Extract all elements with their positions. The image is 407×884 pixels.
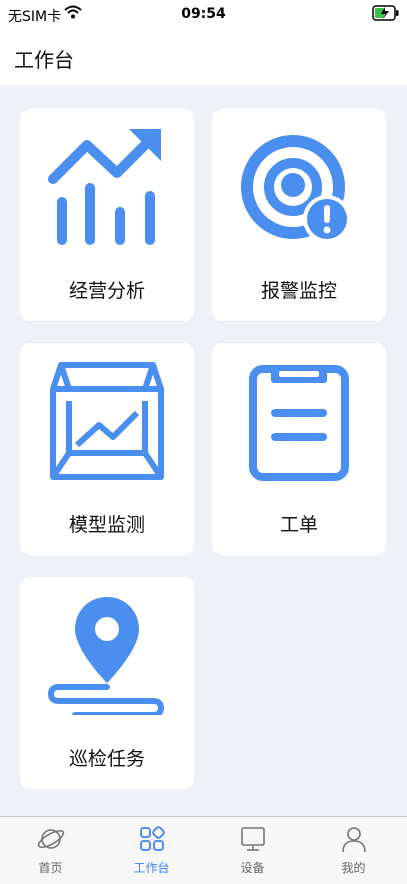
tile-alarm-monitor[interactable]: 报警监控 bbox=[212, 109, 386, 321]
tab-label: 首页 bbox=[38, 861, 63, 875]
tab-label: 我的 bbox=[341, 861, 366, 875]
tile-business-analysis[interactable]: 经营分析 bbox=[20, 109, 194, 321]
tab-profile[interactable]: 我的 bbox=[303, 817, 404, 884]
tile-label: 巡检任务 bbox=[68, 748, 145, 770]
planet-icon bbox=[37, 829, 65, 849]
page-title: 工作台 bbox=[14, 48, 74, 72]
model-box-icon bbox=[50, 362, 164, 480]
tile-model-monitor[interactable]: 模型监测 bbox=[20, 343, 194, 555]
alarm-monitor-icon bbox=[241, 135, 351, 243]
tile-inspection-task[interactable]: 巡检任务 bbox=[20, 577, 194, 789]
header: 工作台 bbox=[0, 28, 407, 85]
tile-label: 工单 bbox=[279, 514, 318, 536]
clipboard-icon bbox=[249, 365, 349, 481]
tab-label: 工作台 bbox=[133, 861, 170, 875]
tile-work-order[interactable]: 工单 bbox=[212, 343, 386, 555]
status-bar: 无SIM卡 09:54 bbox=[0, 0, 407, 28]
tab-devices[interactable]: 设备 bbox=[202, 817, 303, 884]
tile-label: 经营分析 bbox=[68, 280, 145, 302]
monitor-icon bbox=[241, 827, 265, 851]
tile-label: 报警监控 bbox=[260, 280, 337, 302]
tab-home[interactable]: 首页 bbox=[0, 817, 101, 884]
tile-label: 模型监测 bbox=[68, 514, 145, 536]
tab-label: 设备 bbox=[240, 861, 265, 875]
status-time: 09:54 bbox=[181, 6, 226, 22]
user-icon bbox=[342, 827, 366, 853]
grid-icon bbox=[140, 826, 165, 851]
chart-trend-icon bbox=[48, 129, 161, 245]
location-route-icon bbox=[47, 597, 165, 715]
tab-workbench[interactable]: 工作台 bbox=[101, 817, 202, 884]
battery-charging-icon bbox=[372, 5, 399, 21]
tab-bar: 首页 工作台 设备 我的 bbox=[0, 816, 407, 884]
